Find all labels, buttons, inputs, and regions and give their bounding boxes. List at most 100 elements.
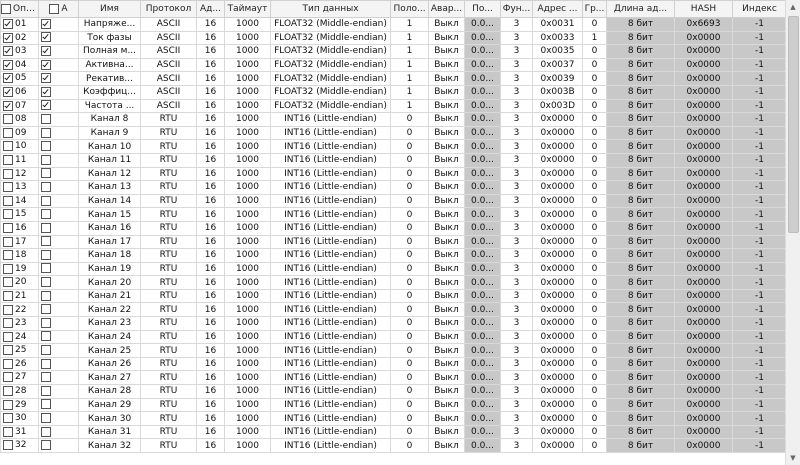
cell-hash[interactable]: 0x0000 [674, 370, 733, 386]
cell-po[interactable]: 0.0... [464, 356, 501, 372]
cell-register-address[interactable]: 0x0039 [532, 71, 583, 86]
cell-poll[interactable]: 24 [0, 329, 39, 345]
cell-hash[interactable]: 0x0000 [674, 343, 733, 358]
cell-position[interactable]: 0 [390, 261, 429, 277]
cell-a[interactable] [38, 248, 79, 263]
cell-po[interactable]: 0.0... [464, 152, 501, 168]
cell-index[interactable]: -1 [732, 180, 786, 195]
cell-position[interactable]: 0 [390, 356, 429, 372]
cell-group[interactable]: 0 [582, 139, 607, 154]
a-checkbox[interactable] [41, 317, 51, 328]
cell-data-type[interactable]: INT16 (Little-endian) [270, 166, 391, 182]
cell-function[interactable]: 3 [500, 329, 533, 345]
cell-alarm[interactable]: Выкл [428, 30, 465, 46]
cell-address[interactable]: 16 [196, 316, 225, 331]
cell-position[interactable]: 0 [390, 248, 429, 263]
cell-a[interactable] [38, 397, 79, 413]
cell-protocol[interactable]: RTU [140, 411, 197, 426]
cell-length[interactable]: 8 бит [606, 261, 675, 277]
cell-a[interactable] [38, 356, 79, 372]
cell-function[interactable]: 3 [500, 57, 533, 73]
a-checkbox[interactable] [41, 345, 51, 356]
cell-hash[interactable]: 0x0000 [674, 30, 733, 46]
poll-checkbox[interactable] [3, 426, 13, 437]
cell-timeout[interactable]: 1000 [224, 112, 271, 127]
cell-protocol[interactable]: RTU [140, 207, 197, 222]
cell-poll[interactable]: 14 [0, 193, 39, 209]
cell-name[interactable]: Канал 30 [78, 411, 141, 426]
cell-group[interactable]: 0 [582, 44, 607, 59]
cell-poll[interactable]: 02 [0, 30, 39, 46]
a-checkbox[interactable] [41, 209, 51, 220]
cell-function[interactable]: 3 [500, 193, 533, 209]
cell-po[interactable]: 0.0... [464, 84, 501, 100]
a-checkbox[interactable] [41, 440, 51, 451]
cell-function[interactable]: 3 [500, 71, 533, 86]
cell-hash[interactable]: 0x0000 [674, 180, 733, 195]
cell-hash[interactable]: 0x0000 [674, 316, 733, 331]
cell-alarm[interactable]: Выкл [428, 193, 465, 209]
cell-alarm[interactable]: Выкл [428, 275, 465, 290]
cell-data-type[interactable]: INT16 (Little-endian) [270, 397, 391, 413]
table-row[interactable]: 14 Канал 14 RTU 16 1000 INT16 (Little-endian)… [0, 193, 786, 209]
cell-length[interactable]: 8 бит [606, 207, 675, 222]
cell-timeout[interactable]: 1000 [224, 275, 271, 290]
cell-register-address[interactable]: 0x0000 [532, 411, 583, 426]
table-row[interactable]: 19 Канал 19 RTU 16 1000 INT16 (Little-endian)… [0, 261, 786, 277]
cell-data-type[interactable]: INT16 (Little-endian) [270, 261, 391, 277]
cell-hash[interactable]: 0x0000 [674, 261, 733, 277]
cell-group[interactable]: 0 [582, 71, 607, 86]
cell-po[interactable]: 0.0... [464, 288, 501, 304]
cell-a[interactable] [38, 234, 79, 250]
cell-timeout[interactable]: 1000 [224, 152, 271, 168]
cell-a[interactable] [38, 84, 79, 100]
cell-protocol[interactable]: RTU [140, 356, 197, 372]
cell-name[interactable]: Канал 10 [78, 139, 141, 154]
cell-a[interactable] [38, 207, 79, 222]
a-checkbox[interactable] [41, 426, 51, 437]
cell-a[interactable] [38, 152, 79, 168]
cell-data-type[interactable]: FLOAT32 (Middle-endian) [270, 44, 391, 59]
cell-register-address[interactable]: 0x003B [532, 84, 583, 100]
cell-po[interactable]: 0.0... [464, 329, 501, 345]
cell-index[interactable]: -1 [732, 424, 786, 440]
cell-data-type[interactable]: INT16 (Little-endian) [270, 343, 391, 358]
table-row[interactable]: 28 Канал 28 RTU 16 1000 INT16 (Little-endian)… [0, 384, 786, 399]
cell-index[interactable]: -1 [732, 98, 786, 114]
cell-group[interactable]: 0 [582, 329, 607, 345]
poll-checkbox[interactable] [3, 250, 13, 261]
cell-register-address[interactable]: 0x0031 [532, 17, 583, 32]
col-timeout[interactable]: Таймаут [224, 0, 271, 18]
cell-name[interactable]: Канал 15 [78, 207, 141, 222]
cell-group[interactable]: 0 [582, 411, 607, 426]
cell-alarm[interactable]: Выкл [428, 234, 465, 250]
cell-timeout[interactable]: 1000 [224, 84, 271, 100]
vertical-scrollbar[interactable]: ▲ ▼ [785, 0, 800, 465]
cell-timeout[interactable]: 1000 [224, 316, 271, 331]
cell-hash[interactable]: 0x0000 [674, 275, 733, 290]
cell-position[interactable]: 0 [390, 125, 429, 141]
cell-function[interactable]: 3 [500, 424, 533, 440]
cell-position[interactable]: 0 [390, 343, 429, 358]
cell-data-type[interactable]: INT16 (Little-endian) [270, 316, 391, 331]
cell-protocol[interactable]: RTU [140, 370, 197, 386]
cell-function[interactable]: 3 [500, 261, 533, 277]
cell-a[interactable] [38, 180, 79, 195]
cell-protocol[interactable]: ASCII [140, 44, 197, 59]
cell-timeout[interactable]: 1000 [224, 180, 271, 195]
cell-index[interactable]: -1 [732, 302, 786, 318]
cell-name[interactable]: Коэффиц... [78, 84, 141, 100]
cell-po[interactable]: 0.0... [464, 30, 501, 46]
cell-po[interactable]: 0.0... [464, 193, 501, 209]
a-checkbox[interactable] [41, 372, 51, 383]
cell-alarm[interactable]: Выкл [428, 384, 465, 399]
cell-timeout[interactable]: 1000 [224, 343, 271, 358]
poll-checkbox[interactable] [3, 290, 13, 301]
poll-checkbox[interactable] [3, 19, 13, 30]
cell-group[interactable]: 0 [582, 152, 607, 168]
cell-name[interactable]: Рекатив... [78, 71, 141, 86]
cell-protocol[interactable]: RTU [140, 166, 197, 182]
table-row[interactable]: 10 Канал 10 RTU 16 1000 INT16 (Little-endian)… [0, 139, 786, 154]
cell-group[interactable]: 0 [582, 234, 607, 250]
cell-poll[interactable]: 15 [0, 207, 39, 222]
